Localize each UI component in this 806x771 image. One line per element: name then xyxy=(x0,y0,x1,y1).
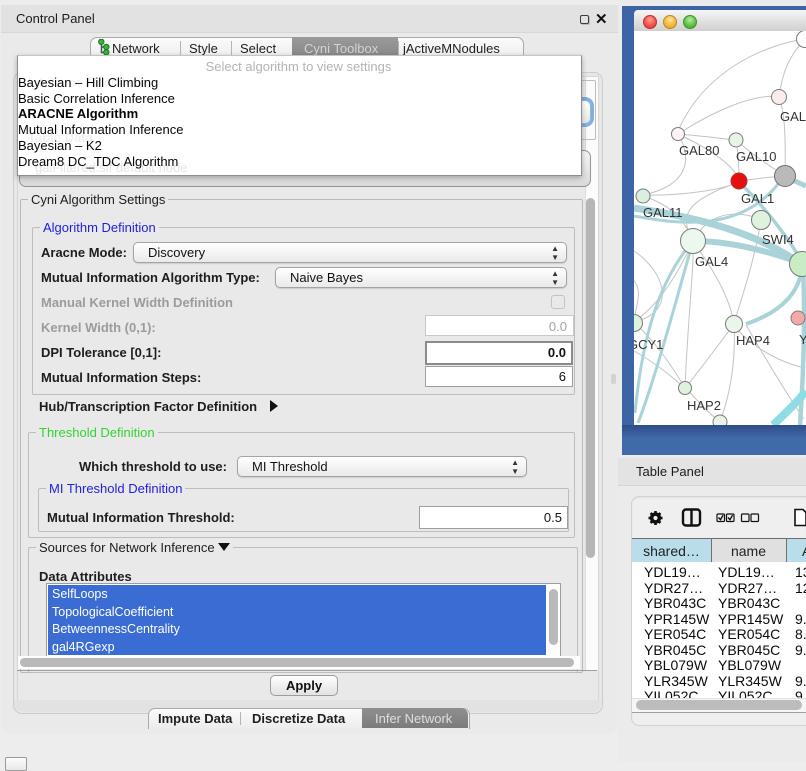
svg-text:GAL1: GAL1 xyxy=(741,191,774,206)
svg-text:GAL80: GAL80 xyxy=(679,143,719,158)
svg-text:GAL10: GAL10 xyxy=(736,149,776,164)
svg-text:SWI4: SWI4 xyxy=(762,232,794,247)
svg-text:Y: Y xyxy=(799,332,806,347)
svg-text:GAL7: GAL7 xyxy=(780,109,806,124)
svg-text:GAL11: GAL11 xyxy=(643,205,683,220)
svg-text:HAP4: HAP4 xyxy=(736,333,770,348)
svg-text:GCY1: GCY1 xyxy=(634,337,663,352)
svg-text:GAL4: GAL4 xyxy=(695,254,728,269)
svg-text:HAP2: HAP2 xyxy=(687,398,721,413)
